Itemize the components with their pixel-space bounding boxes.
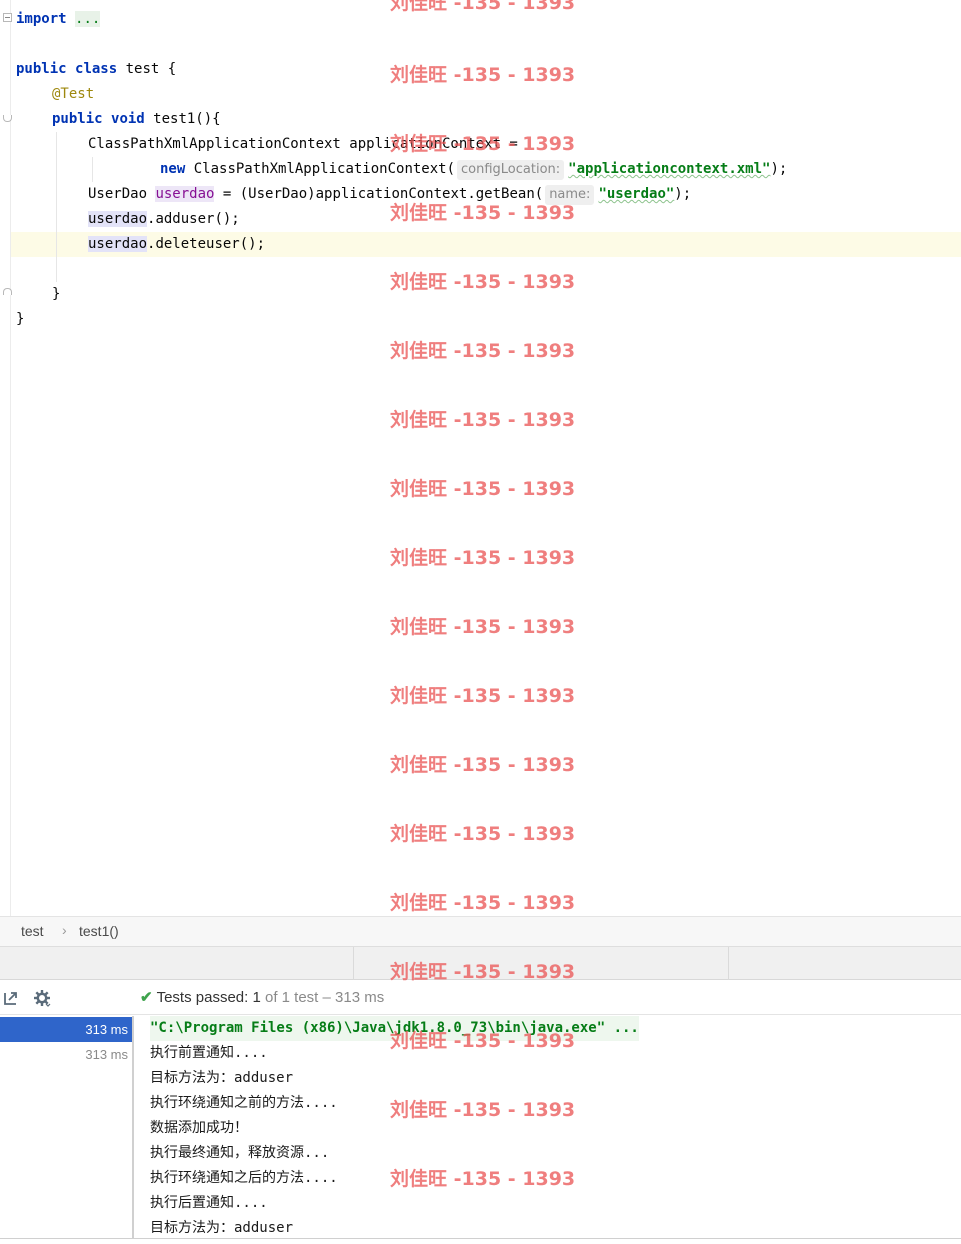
- editor-gutter: [0, 0, 12, 916]
- status-detail: of 1 test – 313 ms: [264, 989, 385, 1006]
- status-count: 1: [252, 989, 261, 1006]
- breadcrumb-item-test1[interactable]: test1(): [79, 923, 119, 939]
- export-icon[interactable]: [1, 988, 21, 1008]
- breadcrumb-item-test[interactable]: test: [21, 923, 44, 939]
- check-icon: ✔: [140, 989, 153, 1006]
- code-line-context-decl[interactable]: ClassPathXmlApplicationContext applicati…: [88, 132, 518, 157]
- test-results-tree: 313 ms 313 ms: [0, 1016, 134, 1238]
- status-label: Tests passed:: [156, 989, 249, 1006]
- code-line-class[interactable]: public class test {: [16, 57, 176, 82]
- code-line-new-context[interactable]: new ClassPathXmlApplicationContext(confi…: [160, 157, 787, 182]
- code-editor[interactable]: import ... public class test { @Test pub…: [0, 0, 961, 916]
- test-status: ✔ Tests passed: 1 of 1 test – 313 ms: [140, 988, 384, 1006]
- console-line: 执行环绕通知之前的方法....: [150, 1095, 338, 1111]
- console-line: 目标方法为：adduser: [150, 1070, 294, 1086]
- code-line-import[interactable]: import ...: [16, 7, 101, 32]
- param-hint-configlocation: configLocation:: [457, 160, 565, 180]
- breadcrumb-separator: ›: [62, 922, 67, 938]
- console-line: 数据添加成功！: [150, 1120, 248, 1136]
- code-line-method-signature[interactable]: public void test1(){: [52, 107, 221, 132]
- test-tree-row-test1[interactable]: 313 ms: [0, 1042, 132, 1067]
- console-line: 目标方法为：adduser: [150, 1220, 294, 1236]
- console-output[interactable]: "C:\Program Files (x86)\Java\jdk1.8.0_73…: [136, 1016, 961, 1238]
- console-line: 执行环绕通知之后的方法....: [150, 1170, 338, 1186]
- code-line-adduser-call[interactable]: userdao.adduser();: [88, 207, 240, 232]
- code-line-class-close[interactable]: }: [16, 307, 24, 332]
- code-line-method-close[interactable]: }: [52, 282, 60, 307]
- console-line-command[interactable]: "C:\Program Files (x86)\Java\jdk1.8.0_73…: [150, 1016, 639, 1041]
- code-line-deleteuser-call[interactable]: userdao.deleteuser();: [88, 232, 265, 257]
- code-line-annotation[interactable]: @Test: [52, 82, 94, 107]
- fold-method-icon[interactable]: [3, 115, 12, 122]
- panel-splitter[interactable]: [0, 946, 961, 981]
- userdao-variable[interactable]: userdao: [155, 186, 215, 202]
- splitter-mark: [353, 947, 354, 981]
- console-line: 执行最终通知，释放资源...: [150, 1145, 330, 1161]
- fold-import-icon[interactable]: [3, 13, 12, 22]
- test-tree-row-root[interactable]: 313 ms: [0, 1017, 132, 1042]
- window-bottom-border: [0, 1238, 961, 1244]
- splitter-mark: [728, 947, 729, 981]
- run-toolbar: ✔ Tests passed: 1 of 1 test – 313 ms: [0, 980, 961, 1015]
- console-line: 执行前置通知....: [150, 1045, 268, 1061]
- folded-imports[interactable]: ...: [75, 11, 101, 27]
- code-line-userdao-decl[interactable]: UserDao userdao = (UserDao)applicationCo…: [88, 182, 691, 207]
- indent-guide: [56, 132, 57, 282]
- indent-guide: [92, 157, 93, 182]
- fold-method-end-icon[interactable]: [3, 288, 12, 295]
- param-hint-name: name:: [545, 185, 595, 205]
- console-line: 执行后置通知....: [150, 1195, 268, 1211]
- gear-icon[interactable]: [32, 988, 52, 1008]
- breadcrumb: test › test1(): [0, 916, 961, 946]
